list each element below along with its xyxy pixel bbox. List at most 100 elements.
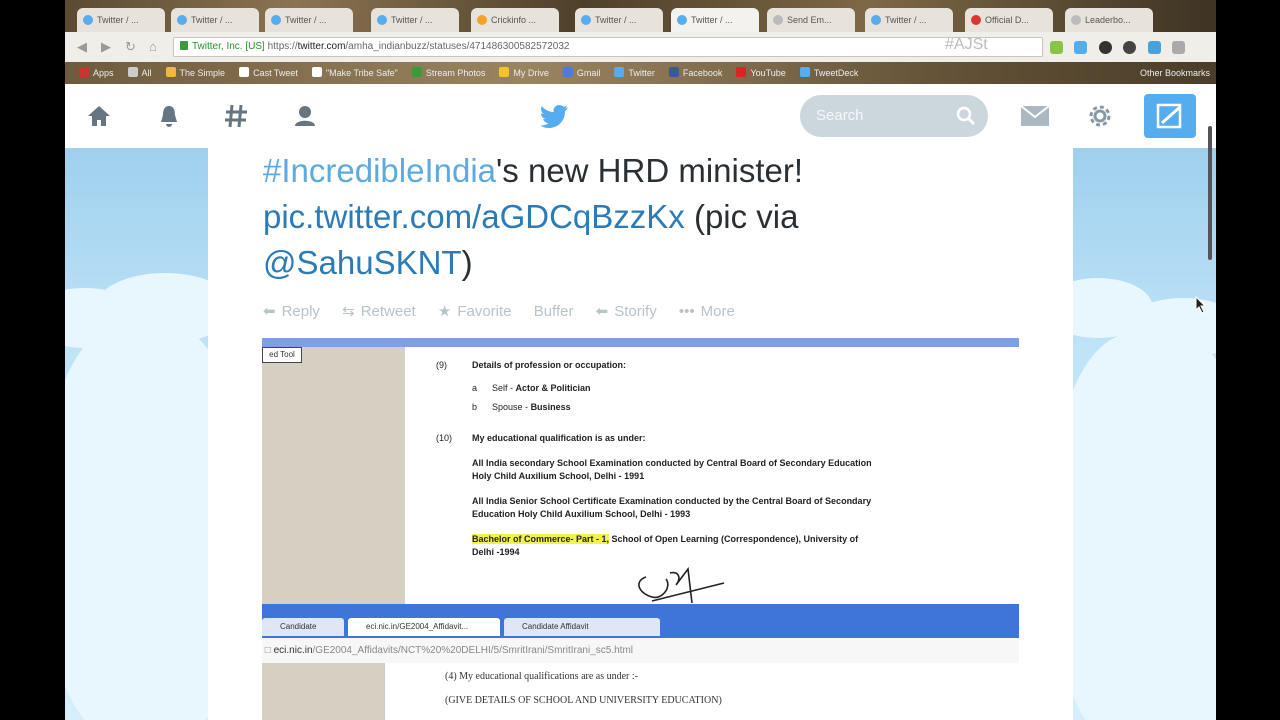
sub-item-prefix: a (472, 383, 478, 393)
bookmark-item[interactable]: Facebook (668, 62, 723, 84)
search-icon[interactable] (956, 106, 976, 126)
browser-tab[interactable]: Send Em... (767, 8, 855, 32)
extension-icon[interactable] (1123, 41, 1137, 54)
bookmark-favicon-icon (562, 67, 573, 77)
hashtag-overlay: #AJSt (945, 36, 988, 53)
bookmark-favicon-icon (79, 67, 89, 77)
bookmark-favicon-icon (499, 67, 510, 77)
bookmark-item[interactable]: Twitter (614, 62, 655, 84)
browser-tab-label: Send Em... (787, 15, 832, 25)
bookmark-item[interactable]: All (127, 62, 152, 84)
favicon-icon (83, 15, 93, 25)
address-bar[interactable]: Twitter, Inc. [US] https://twitter.com/a… (173, 37, 1043, 57)
tweet-text: #IncredibleIndia's new HRD minister! pic… (263, 148, 1023, 286)
doc-text-bold: Actor & Politician (515, 383, 591, 393)
menu-icon[interactable] (1172, 41, 1186, 54)
scrollbar-thumb[interactable] (1208, 126, 1212, 260)
browser-tab-label: Twitter / ... (191, 15, 233, 25)
reload-icon[interactable]: ↻ (125, 39, 136, 55)
extension-icon[interactable] (1074, 41, 1088, 54)
tool-label: ed Tool (262, 347, 302, 363)
browser-tab[interactable]: Twitter / ... (171, 8, 259, 32)
inner-tab-label: Candidate Affidavit (522, 622, 589, 631)
browser-tab[interactable]: Twitter / ... (671, 8, 759, 32)
discover-hashtag-icon[interactable] (222, 102, 250, 130)
browser-tab[interactable]: Official D... (965, 8, 1053, 32)
home-icon[interactable] (85, 102, 113, 130)
bookmark-favicon-icon (411, 67, 422, 77)
browser-tab[interactable]: Twitter / ... (575, 8, 663, 32)
search-input[interactable]: Search (800, 95, 988, 137)
bookmark-item[interactable]: "Make Tribe Safe" (311, 62, 398, 84)
bookmark-item[interactable]: The Simple (165, 62, 225, 84)
doc-text: (4) My educational qualifications are as… (445, 671, 638, 682)
other-bookmarks[interactable]: Other Bookmarks (1140, 62, 1210, 84)
extension-icon[interactable] (1098, 41, 1112, 54)
browser-tab[interactable]: Twitter / ... (371, 8, 459, 32)
settings-gear-icon[interactable] (1086, 102, 1114, 130)
doc-text-bold: All India Senior School Certificate Exam… (472, 496, 872, 506)
storify-button[interactable]: ⬅ Storify (596, 302, 657, 320)
doc-text-bold: School of Open Learning (Correspondence)… (609, 534, 859, 544)
extension-icons (1050, 41, 1192, 55)
bookmark-label: Apps (93, 68, 114, 78)
favicon-icon (177, 15, 187, 25)
bookmark-label: YouTube (750, 68, 786, 78)
background-sky-right (1043, 148, 1216, 720)
notifications-bell-icon[interactable] (155, 102, 183, 130)
bookmark-item[interactable]: YouTube (736, 62, 786, 84)
browser-tab[interactable]: Crickinfo ... (471, 8, 559, 32)
more-button[interactable]: ••• More (679, 303, 735, 320)
browser-window: Twitter / ... Twitter / ... Twitter / ... T… (65, 0, 1216, 720)
browser-tab-label: Twitter / ... (285, 15, 327, 25)
bookmark-label: Facebook (682, 68, 723, 78)
bookmark-item[interactable]: Apps (79, 62, 114, 84)
hashtag-link[interactable]: #IncredibleIndia (263, 152, 496, 189)
background-sky-left (65, 148, 245, 720)
browser-tab[interactable]: Twitter / ... (865, 8, 953, 32)
messages-envelope-icon[interactable] (1020, 105, 1050, 127)
compose-tweet-button[interactable] (1144, 94, 1196, 138)
bookmark-label: Gmail (576, 68, 601, 78)
favorite-button[interactable]: ★ Favorite (438, 302, 512, 320)
tab-strip: Twitter / ... Twitter / ... Twitter / ... T… (65, 0, 1216, 32)
retweet-button[interactable]: ⇆ Retweet (342, 302, 416, 320)
tweet-media-image[interactable]: ed Tool (9) Details of profession or occu… (262, 338, 1019, 720)
buffer-button[interactable]: Buffer (534, 303, 574, 320)
pic-link[interactable]: pic.twitter.com/aGDCqBzzKx (263, 198, 685, 235)
twitter-bird-logo-icon[interactable] (541, 104, 569, 128)
me-profile-icon[interactable] (291, 102, 319, 130)
bookmark-item[interactable]: My Drive (499, 62, 549, 84)
doc-text: Self - (492, 383, 516, 393)
doc-text-bold: Holy Child Auxilium School, Delhi - 1991 (472, 471, 645, 481)
favicon-icon (1071, 15, 1081, 25)
tweet-permalink-card: #IncredibleIndia's new HRD minister! pic… (208, 148, 1073, 720)
extension-icon[interactable] (1050, 41, 1063, 54)
inner-url-host: eci.nic.in (273, 645, 313, 656)
bookmark-item[interactable]: Cast Tweet (239, 62, 298, 84)
url-scheme: https:// (267, 41, 298, 52)
cloud (1053, 333, 1216, 720)
browser-tab[interactable]: Twitter / ... (265, 8, 353, 32)
bookmark-label: My Drive (513, 68, 549, 78)
home-icon[interactable]: ⌂ (149, 39, 157, 54)
browser-tab-label: Twitter / ... (885, 15, 927, 25)
inner-browser-tab: eci.nic.in/GE2004_Affidavit... (348, 618, 500, 636)
storify-icon: ⬅ (595, 303, 609, 320)
back-icon[interactable]: ◀ (77, 39, 87, 55)
bookmark-item[interactable]: TweetDeck (799, 62, 858, 84)
bookmark-label: "Make Tribe Safe" (325, 68, 398, 78)
affidavit-page: (4) My educational qualifications are as… (384, 663, 1013, 720)
favicon-icon (773, 15, 783, 25)
browser-tab[interactable]: Leaderbo... (1065, 8, 1153, 32)
inner-browser-tab: Candidate (262, 618, 344, 636)
bookmark-item[interactable]: Stream Photos (411, 62, 485, 84)
retweet-icon: ⇆ (342, 303, 355, 320)
bookmark-item[interactable]: Gmail (562, 62, 601, 84)
extension-icon[interactable] (1147, 41, 1161, 54)
reply-button[interactable]: ⬅ Reply (263, 302, 320, 320)
mention-link[interactable]: @SahuSKNT (263, 244, 462, 281)
bookmarks-bar: Apps All The Simple Cast Tweet "Make Tribe S… (65, 62, 1216, 84)
browser-tab[interactable]: Twitter / ... (77, 8, 165, 32)
forward-icon[interactable]: ▶ (101, 39, 111, 55)
